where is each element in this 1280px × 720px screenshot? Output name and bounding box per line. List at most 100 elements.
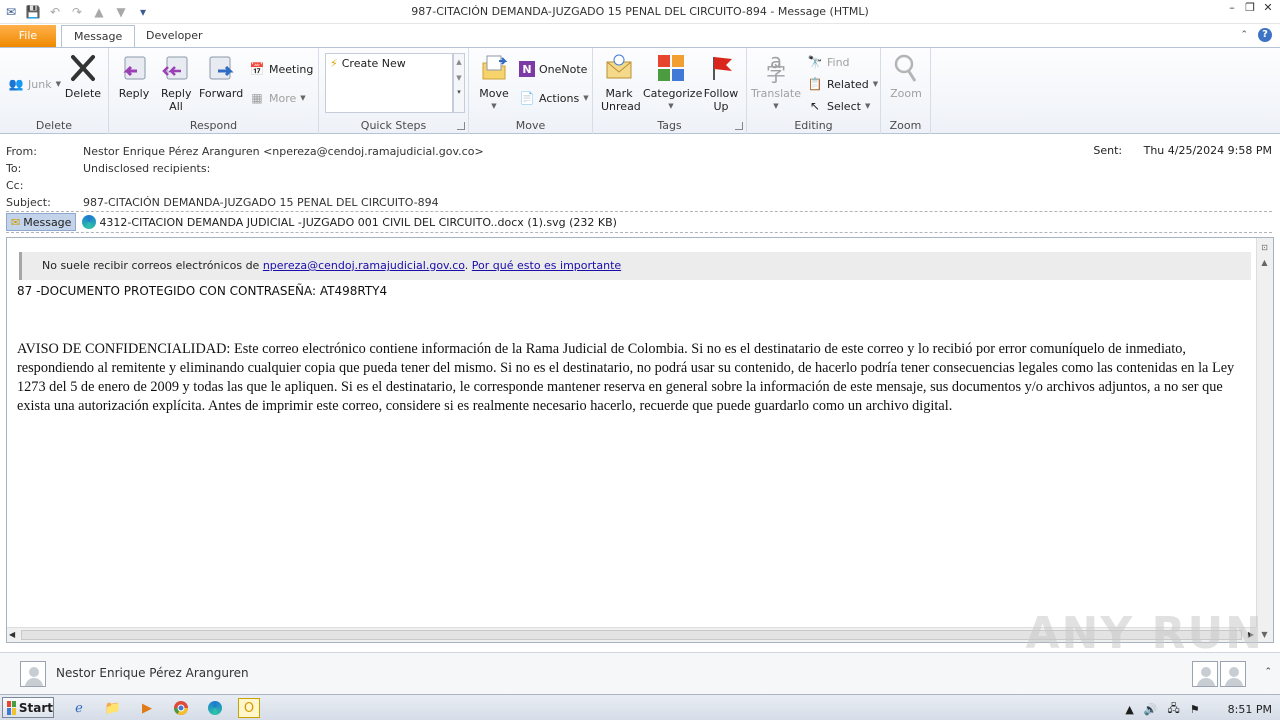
message-body: No suele recibir correos electrónicos de… [6, 237, 1274, 643]
sender-address[interactable]: Nestor Enrique Pérez Aranguren <npereza@… [83, 144, 484, 159]
tags-launcher[interactable] [735, 122, 743, 130]
mark-unread-icon [603, 52, 635, 84]
respond-group: Reply Reply All Forward 📅 Meeting ▦ More… [109, 48, 319, 134]
sent-info: Sent: Thu 4/25/2024 9:58 PM [1093, 144, 1272, 157]
calendar-icon: 📅 [249, 62, 265, 76]
select-button[interactable]: ↖ Select ▼ [807, 97, 870, 115]
envelope-icon: ✉ [11, 215, 21, 229]
related-icon: 📋 [807, 77, 823, 91]
quick-steps-launcher[interactable] [457, 122, 465, 130]
file-explorer-icon[interactable]: 📁 [102, 698, 124, 718]
reply-all-icon [160, 52, 192, 84]
expand-gallery-icon[interactable]: ▾ [454, 88, 464, 96]
categorize-button[interactable]: Categorize ▼ [643, 52, 702, 113]
title-bar: ✉ 💾 ↶ ↷ ▲ ▼ ▾ 987-CITACIÓN DEMANDA-JUZGA… [0, 0, 1280, 24]
quick-steps-gallery: ⚡ Create New [325, 53, 453, 113]
volume-icon[interactable]: 🔊 [1144, 703, 1158, 716]
minimize-icon[interactable]: – [1226, 2, 1238, 14]
chrome-icon[interactable] [170, 698, 192, 718]
expand-people-pane-icon[interactable]: ⌃ [1264, 667, 1272, 677]
onenote-button[interactable]: N OneNote [519, 60, 587, 78]
create-new-quick-step[interactable]: ⚡ Create New [326, 54, 452, 73]
delete-group: 👥 Junk ▼ Delete Delete [0, 48, 109, 134]
from-row: From: Nestor Enrique Pérez Aranguren <np… [6, 144, 484, 159]
categorize-icon [655, 52, 687, 84]
scroll-down-icon[interactable]: ▼ [454, 74, 464, 82]
why-important-link[interactable]: Por qué esto es importante [472, 259, 621, 272]
taskbar: Start ℯ 📁 ▶ O ▲ 🔊 🖧 ⚑ 8:51 PM [0, 694, 1280, 720]
subject-row: Subject: 987-CITACIÓN DEMANDA-JUZGADO 15… [6, 196, 439, 209]
junk-button[interactable]: 👥 Junk ▼ [8, 75, 61, 93]
recipients[interactable]: Undisclosed recipients: [83, 161, 210, 176]
notice-email-link[interactable]: npereza@cendoj.ramajudicial.gov.co [263, 259, 465, 272]
sender-warning-banner: No suele recibir correos electrónicos de… [19, 252, 1251, 280]
more-icon: ▦ [251, 91, 263, 105]
message-attachment-tab[interactable]: ✉ Message [6, 213, 77, 231]
red-flag-icon [705, 52, 737, 84]
people-pane-name[interactable]: Nestor Enrique Pérez Aranguren [56, 666, 249, 680]
quick-steps-group: ⚡ Create New ▲ ▼ ▾ Quick Steps [319, 48, 469, 134]
outlook-taskbar-icon[interactable]: O [238, 698, 260, 718]
window-title: 987-CITACIÓN DEMANDA-JUZGADO 15 PENAL DE… [411, 5, 869, 18]
reply-button[interactable]: Reply [117, 52, 151, 100]
actions-button[interactable]: 📄 Actions ▼ [519, 89, 589, 107]
meeting-button[interactable]: 📅 Meeting [249, 60, 314, 78]
clock[interactable]: 8:51 PM [1228, 703, 1272, 716]
translate-button[interactable]: a字 Translate ▼ [751, 49, 801, 113]
move-group: Move ▼ N OneNote 📄 Actions ▼ Move [469, 48, 593, 134]
scroll-up-icon[interactable]: ▲ [454, 58, 464, 66]
close-icon[interactable]: ✕ [1262, 2, 1274, 14]
tab-message[interactable]: Message [61, 25, 136, 48]
edge-icon [82, 215, 97, 229]
edge-taskbar-icon[interactable] [204, 698, 226, 718]
magnifier-icon [890, 52, 922, 84]
attachment-bar: ✉ Message 4312-CITACION DEMANDA JUDICIAL… [6, 211, 1272, 233]
media-player-icon[interactable]: ▶ [136, 698, 158, 718]
action-center-flag-icon[interactable]: ⚑ [1190, 703, 1200, 716]
delete-x-icon [67, 52, 99, 84]
message-header: From: Nestor Enrique Pérez Aranguren <np… [0, 135, 1280, 235]
tab-developer[interactable]: Developer [134, 25, 215, 47]
windows-logo-icon [7, 700, 16, 715]
related-button[interactable]: 📋 Related ▼ [807, 75, 879, 93]
collapse-ribbon-icon[interactable]: ⌃ [1240, 30, 1248, 40]
follow-up-button[interactable]: Follow Up [701, 52, 741, 113]
help-icon[interactable]: ? [1258, 28, 1272, 42]
restore-icon[interactable]: ❐ [1244, 2, 1256, 14]
subject: 987-CITACIÓN DEMANDA-JUZGADO 15 PENAL DE… [83, 196, 439, 209]
delete-button[interactable]: Delete [64, 52, 102, 100]
find-button[interactable]: 🔭 Find [807, 53, 850, 71]
scroll-left-icon[interactable]: ◀ [9, 630, 15, 639]
forward-button[interactable]: Forward [199, 52, 243, 100]
show-hidden-icons-icon[interactable]: ▲ [1125, 703, 1133, 716]
to-row: To: Undisclosed recipients: [6, 161, 211, 176]
reply-all-button[interactable]: Reply All [157, 52, 195, 113]
network-icon[interactable]: 🖧 [1168, 700, 1180, 719]
start-button[interactable]: Start [2, 697, 54, 718]
contact-avatar-1[interactable] [1192, 661, 1218, 687]
more-button[interactable]: ▦ More ▼ [249, 89, 305, 107]
ribbon: 👥 Junk ▼ Delete Delete Reply Reply All F… [0, 47, 1280, 134]
sender-avatar[interactable] [20, 661, 46, 687]
scroll-up-icon[interactable]: ▲ [1257, 255, 1272, 270]
translate-icon: a字 [766, 49, 786, 86]
attachment-file[interactable]: 4312-CITACION DEMANDA JUDICIAL -JUZGADO … [80, 215, 617, 229]
vertical-scrollbar[interactable]: ⊡ ▲ [1256, 238, 1273, 628]
mark-unread-button[interactable]: Mark Unread [597, 52, 641, 113]
zoom-button[interactable]: Zoom [887, 52, 925, 100]
scroll-up-arrow-icon[interactable]: ⊡ [1257, 240, 1272, 255]
editing-group: a字 Translate ▼ 🔭 Find 📋 Related ▼ ↖ Select… [747, 48, 881, 134]
actions-icon: 📄 [519, 91, 535, 105]
people-pane: Nestor Enrique Pérez Aranguren ⌃ [0, 652, 1280, 694]
tab-file[interactable]: File [0, 25, 56, 47]
zoom-group: Zoom Zoom [881, 48, 931, 134]
contact-avatar-2[interactable] [1220, 661, 1246, 687]
move-folder-icon [478, 52, 510, 84]
move-button[interactable]: Move ▼ [475, 52, 513, 113]
password-line: 87 -DOCUMENTO PROTEGIDO CON CONTRASEÑA: … [17, 284, 388, 298]
cursor-icon: ↖ [809, 99, 821, 113]
ribbon-tabs: File Message Developer ⌃ ? [0, 24, 1280, 48]
quick-steps-scroll[interactable]: ▲ ▼ ▾ [453, 53, 465, 113]
internet-explorer-icon[interactable]: ℯ [68, 698, 90, 718]
tags-group: Mark Unread Categorize ▼ Follow Up Tags [593, 48, 747, 134]
